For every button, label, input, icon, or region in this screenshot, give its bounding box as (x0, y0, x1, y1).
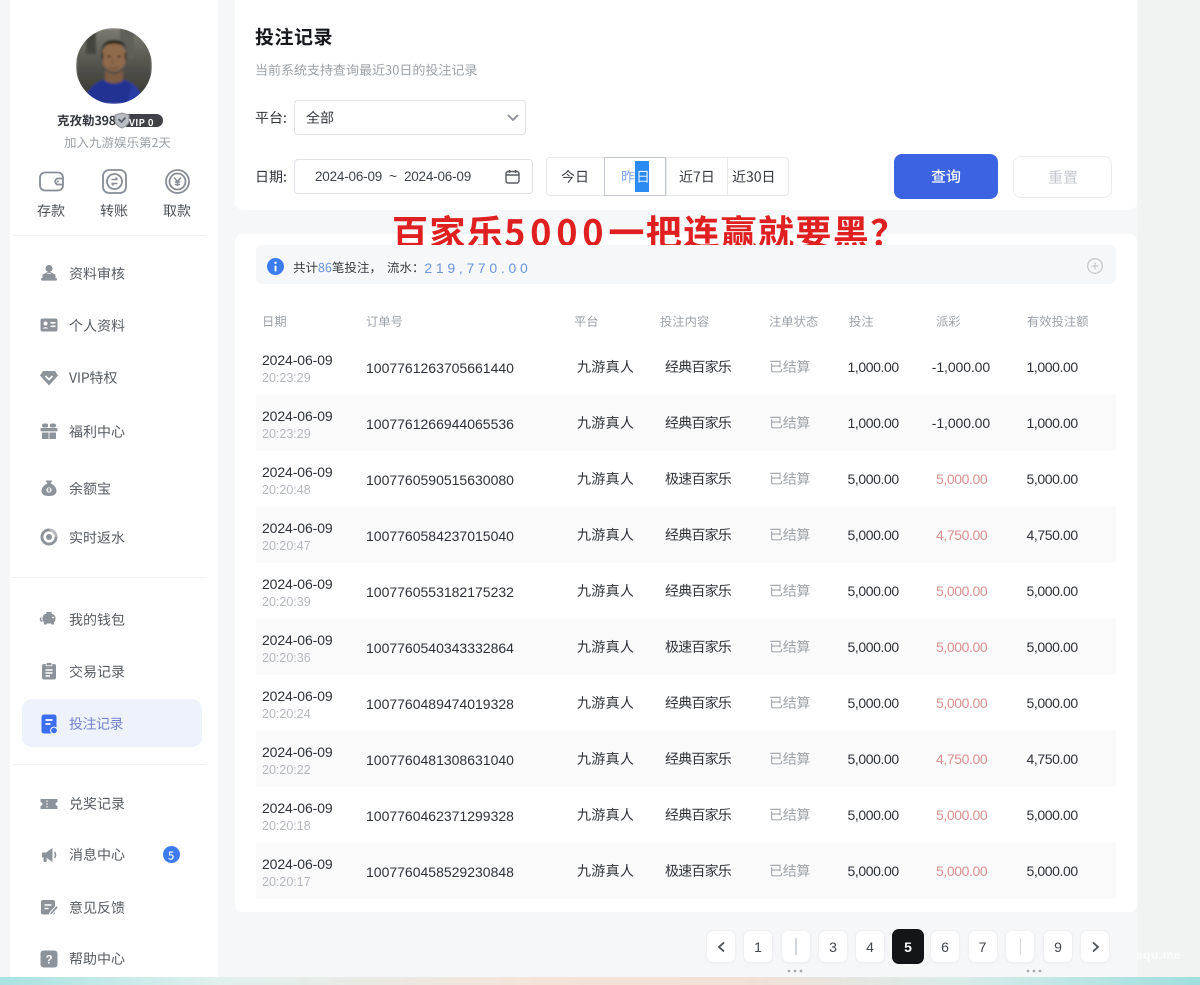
svg-text:?: ? (45, 954, 52, 966)
